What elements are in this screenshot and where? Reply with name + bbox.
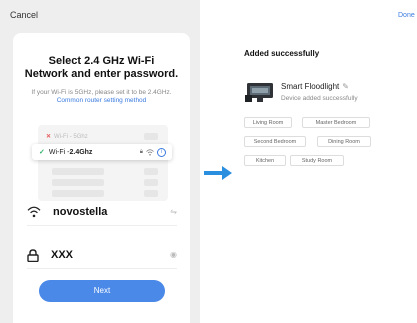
wifi-status-icons: 🔒︎ i	[140, 148, 166, 157]
done-button[interactable]: Done	[398, 12, 415, 19]
router-setting-link[interactable]: Common router setting method	[57, 97, 147, 104]
placeholder-bar	[144, 168, 158, 175]
hint-body: If your Wi-Fi is 5GHz, please set it to …	[31, 89, 172, 96]
right-arrow-icon	[204, 166, 232, 180]
placeholder-bar	[144, 190, 158, 197]
lock-small-icon: 🔒︎	[139, 149, 143, 155]
wifi-24ghz-name: 2.4Ghz	[69, 148, 93, 156]
info-icon: i	[157, 148, 166, 157]
wifi-5ghz-row: ✕ Wi-Fi - 5Ghz	[46, 132, 136, 141]
wifi-icon	[27, 206, 41, 218]
page-title: Select 2.4 GHz Wi-Fi Network and enter p…	[13, 55, 190, 81]
wifi-setup-screen: Cancel Select 2.4 GHz Wi-Fi Network and …	[0, 0, 200, 323]
swap-icon[interactable]: ⇋	[170, 207, 177, 216]
wifi-ssid-field[interactable]: novostella ⇋	[27, 201, 177, 223]
wifi-24ghz-prefix: Wi-Fi -	[48, 148, 70, 156]
wifi-small-icon	[146, 149, 154, 156]
room-chip[interactable]: Living Room	[244, 117, 292, 128]
password-value: XXX	[51, 249, 74, 261]
placeholder-pill	[144, 133, 158, 140]
eye-icon[interactable]: ◉	[170, 250, 177, 259]
divider	[27, 225, 177, 226]
added-title: Added successfully	[244, 49, 320, 58]
placeholder-bar	[52, 168, 104, 175]
lock-icon	[27, 248, 39, 262]
room-chip[interactable]: Study Room	[290, 155, 344, 166]
wifi-5ghz-label: Wi-Fi - 5Ghz	[54, 133, 88, 140]
placeholder-bar	[144, 179, 158, 186]
device-status: Device added successfully	[281, 95, 358, 102]
password-field[interactable]: XXX ◉	[27, 244, 177, 266]
room-chip[interactable]: Master Bedroom	[302, 117, 370, 128]
placeholder-bar	[52, 179, 104, 186]
next-button[interactable]: Next	[39, 280, 165, 302]
device-name-row: Smart Floodlight ✎	[281, 82, 349, 91]
title-line-2: Network and enter password.	[24, 68, 179, 80]
wifi-card: Select 2.4 GHz Wi-Fi Network and enter p…	[13, 33, 190, 323]
check-icon: ✓	[39, 149, 45, 156]
placeholder-bar	[52, 190, 104, 197]
hint-text: If your Wi-Fi is 5GHz, please set it to …	[23, 89, 180, 105]
divider	[27, 268, 177, 269]
cancel-button[interactable]: Cancel	[10, 10, 38, 20]
title-line-1: Select 2.4 GHz Wi-Fi	[48, 55, 155, 67]
wifi-band-illustration: ✕ Wi-Fi - 5Ghz ✓ Wi-Fi - 2.4Ghz 🔒︎ i	[32, 125, 172, 201]
room-chip[interactable]: Kitchen	[244, 155, 286, 166]
room-chip[interactable]: Second Bedroom	[244, 136, 306, 147]
cross-icon: ✕	[46, 134, 52, 140]
device-name: Smart Floodlight	[281, 82, 340, 91]
floodlight-icon	[245, 83, 273, 102]
room-chip[interactable]: Dining Room	[317, 136, 371, 147]
ssid-value: novostella	[53, 206, 108, 218]
pencil-icon[interactable]: ✎	[342, 82, 349, 91]
wifi-24ghz-row: ✓ Wi-Fi - 2.4Ghz 🔒︎ i	[32, 144, 172, 160]
